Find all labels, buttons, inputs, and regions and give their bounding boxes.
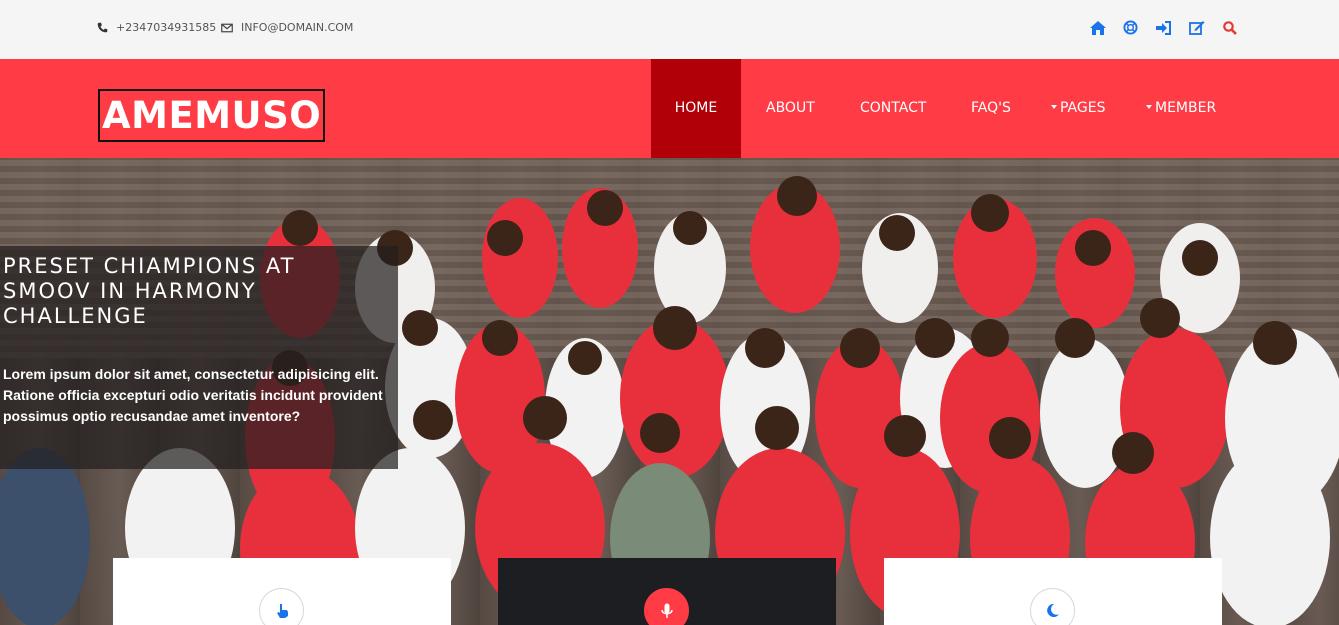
- envelope-icon: [221, 23, 233, 32]
- edit-icon[interactable]: [1187, 18, 1206, 37]
- hero-caption: PRESET CHIAMPIONS AT SMOOV IN HARMONY CH…: [0, 246, 398, 469]
- hero-text: Lorem ipsum dolor sit amet, consectetur …: [3, 366, 383, 424]
- nav-about-label: ABOUT: [766, 100, 815, 116]
- search-icon[interactable]: [1220, 18, 1239, 37]
- site-logo[interactable]: AMEMUSO: [98, 89, 326, 142]
- nav-contact[interactable]: CONTACT: [860, 59, 926, 158]
- nav-faqs-label: FAQ'S: [971, 100, 1011, 116]
- email-address: INFO@DOMAIN.COM: [241, 21, 354, 34]
- hero-title: PRESET CHIAMPIONS AT SMOOV IN HARMONY CH…: [3, 254, 296, 328]
- email-contact[interactable]: INFO@DOMAIN.COM: [221, 21, 353, 34]
- microphone-icon: [644, 588, 689, 625]
- nav-about[interactable]: ABOUT: [766, 59, 815, 158]
- nav-pages-label: PAGES: [1060, 100, 1106, 116]
- nav-home-label: HOME: [674, 100, 718, 116]
- caret-down-icon: [1146, 105, 1152, 109]
- home-icon[interactable]: [1088, 18, 1107, 37]
- main-navbar: AMEMUSO HOME ABOUT CONTACT FAQ'S PAGES M…: [0, 59, 1339, 158]
- phone-number: +2347034931585: [116, 21, 217, 34]
- feature-card-1[interactable]: [113, 558, 451, 625]
- nav-member-dropdown[interactable]: MEMBER: [1146, 59, 1216, 158]
- feature-card-3[interactable]: [884, 558, 1222, 625]
- phone-icon: [97, 22, 108, 33]
- nav-contact-label: CONTACT: [860, 100, 927, 116]
- nav-pages-dropdown[interactable]: PAGES: [1051, 59, 1105, 158]
- phone-contact[interactable]: +2347034931585: [97, 21, 216, 34]
- nav-faqs[interactable]: FAQ'S: [971, 59, 1011, 158]
- sign-in-icon[interactable]: [1154, 18, 1173, 37]
- caret-down-icon: [1051, 105, 1057, 109]
- top-bar: +2347034931585 INFO@DOMAIN.COM: [0, 0, 1339, 59]
- feature-card-2[interactable]: [498, 558, 836, 625]
- nav-home[interactable]: HOME: [651, 59, 741, 158]
- moon-icon: [1030, 588, 1075, 625]
- hand-pointer-icon: [259, 588, 304, 625]
- nav-member-label: MEMBER: [1155, 100, 1217, 116]
- top-icon-bar: [1088, 18, 1239, 37]
- hero-slider: PRESET CHIAMPIONS AT SMOOV IN HARMONY CH…: [0, 158, 1339, 625]
- lifebuoy-icon[interactable]: [1121, 18, 1140, 37]
